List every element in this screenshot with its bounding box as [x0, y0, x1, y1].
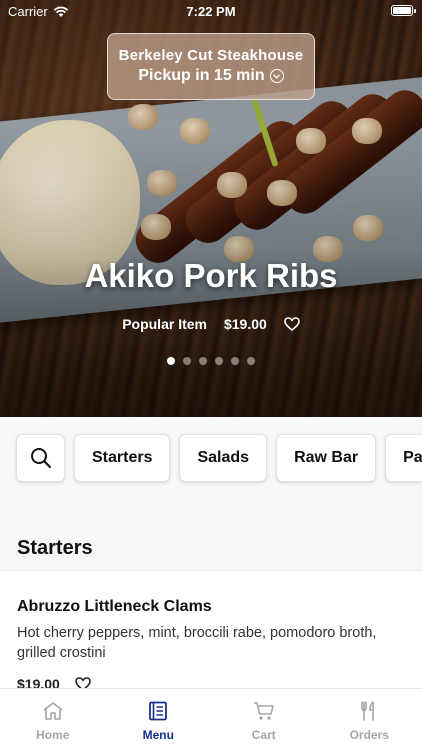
menu-item-description: Hot cherry peppers, mint, broccili rabe,… [17, 625, 377, 661]
tab-cart[interactable]: Cart [211, 689, 317, 750]
hero-carousel[interactable]: Carrier 7:22 PM Berkeley Cut Steakhouse … [0, 0, 422, 417]
category-chip-starters[interactable]: Starters [74, 434, 171, 482]
pickup-time-row: Pickup in 15 min [108, 67, 314, 85]
carousel-dot[interactable] [247, 357, 255, 365]
tab-orders[interactable]: Orders [317, 689, 422, 750]
featured-item-meta: Popular Item $19.00 [0, 316, 422, 332]
tab-bar: Home Menu Cart Orders [0, 688, 422, 750]
category-chip-pa[interactable]: Pa [385, 434, 422, 482]
tab-menu[interactable]: Menu [106, 689, 212, 750]
carousel-dot[interactable] [167, 357, 175, 365]
tab-orders-label: Orders [349, 728, 389, 742]
battery-icon [391, 5, 416, 16]
restaurant-name: Berkeley Cut Steakhouse [118, 47, 304, 64]
home-icon [42, 700, 64, 722]
status-bar: Carrier 7:22 PM [0, 0, 422, 24]
menu-book-icon [148, 700, 168, 722]
heart-icon[interactable] [284, 317, 300, 331]
carousel-dot[interactable] [199, 357, 207, 365]
menu-item[interactable]: Abruzzo Littleneck Clams Hot cherry pepp… [0, 570, 422, 700]
status-time: 7:22 PM [186, 4, 236, 19]
featured-price: $19.00 [223, 316, 267, 332]
pickup-selector[interactable]: Berkeley Cut Steakhouse Pickup in 15 min [107, 33, 315, 100]
tab-menu-label: Menu [142, 728, 174, 742]
chevron-down-icon [269, 69, 284, 83]
cart-icon [253, 700, 275, 722]
category-chip-salads[interactable]: Salads [179, 434, 268, 482]
featured-tag: Popular Item [122, 316, 207, 332]
tab-home[interactable]: Home [0, 689, 106, 750]
tab-cart-label: Cart [251, 728, 276, 742]
search-button[interactable] [16, 434, 65, 482]
carousel-dot[interactable] [215, 357, 223, 365]
carousel-pagination[interactable] [0, 357, 422, 365]
category-bar: Starters Salads Raw Bar Pa [0, 417, 422, 502]
pickup-time: Pickup in 15 min [138, 67, 265, 84]
utensils-icon [359, 700, 379, 722]
category-chip-raw-bar[interactable]: Raw Bar [276, 434, 377, 482]
menu-item-name: Abruzzo Littleneck Clams [17, 598, 212, 615]
category-row: Starters Salads Raw Bar Pa [16, 434, 422, 482]
featured-item-title[interactable]: Akiko Pork Ribs [0, 257, 422, 295]
search-icon [30, 448, 51, 469]
section-title: Starters [17, 537, 93, 559]
carousel-dot[interactable] [183, 357, 191, 365]
tab-home-label: Home [36, 728, 70, 742]
carousel-dot[interactable] [231, 357, 239, 365]
